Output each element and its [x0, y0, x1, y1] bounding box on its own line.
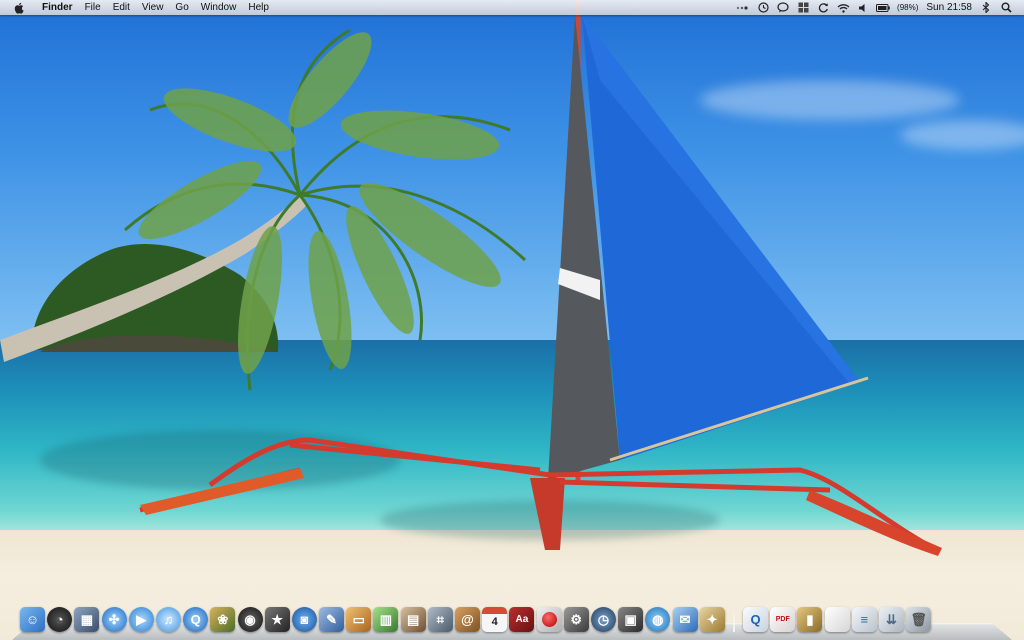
numbers-icon[interactable]: ▥: [373, 607, 399, 632]
wallpaper-scene: [0, 0, 942, 556]
preview-icon[interactable]: ▤: [400, 607, 426, 632]
archive-doc-icon[interactable]: ▮: [797, 607, 823, 632]
blank-doc-icon[interactable]: [824, 607, 850, 632]
menu-file[interactable]: File: [79, 0, 107, 15]
remote-desktop-icon[interactable]: ▣: [618, 607, 644, 632]
quicktime-doc-icon[interactable]: Q: [743, 607, 769, 632]
image-capture-icon[interactable]: ⌗: [427, 607, 453, 632]
spotlight-search-icon[interactable]: [998, 0, 1014, 15]
battery-icon[interactable]: [875, 0, 891, 15]
pdf-doc-icon[interactable]: PDF: [770, 607, 796, 632]
apple-menu-icon[interactable]: [12, 0, 26, 15]
battery-percent[interactable]: (98%): [893, 0, 922, 15]
quicktime-icon[interactable]: Q: [183, 607, 209, 632]
pdf-doc-label: PDF: [775, 616, 790, 623]
system-preferences-icon[interactable]: ⚙: [563, 607, 589, 632]
calendar-day-label: 4: [491, 616, 498, 628]
record-icon[interactable]: [536, 607, 562, 632]
photo-booth-icon[interactable]: ◙: [291, 607, 317, 632]
time-machine-dock-icon[interactable]: ◷: [590, 607, 616, 632]
address-book-icon[interactable]: @: [455, 607, 480, 632]
aperture-icon[interactable]: ◉: [237, 607, 263, 632]
dock-separator: [732, 608, 735, 632]
menu-go[interactable]: Go: [169, 0, 194, 15]
mission-control-icon[interactable]: ▦: [74, 607, 100, 632]
finder-icon[interactable]: ☺: [20, 607, 45, 632]
facetime-icon[interactable]: ▶: [128, 607, 154, 632]
dock: ☺ ◔ ▦ ✣ ▶ ♫ Q ❀ ◉ ★ ◙ ✎ ▭ ▥ ▤ ⌗ @ 4 Aa ⚙…: [12, 596, 1012, 640]
menu-clock[interactable]: Sun 21:58: [922, 0, 976, 15]
time-machine-icon[interactable]: [755, 0, 771, 15]
dashboard-icon[interactable]: ◔: [47, 607, 73, 632]
downloads-stack-icon[interactable]: ⇊: [879, 607, 904, 632]
safari-icon[interactable]: ✣: [101, 607, 127, 632]
mail-icon[interactable]: ✉: [672, 607, 698, 632]
dictionary-icon[interactable]: Aa: [509, 607, 535, 632]
boat-hull: [530, 478, 565, 550]
chat-bubble-icon[interactable]: [775, 0, 791, 15]
keynote-icon[interactable]: ▭: [346, 607, 372, 632]
imovie-icon[interactable]: ★: [264, 607, 290, 632]
volume-icon[interactable]: [855, 0, 871, 15]
itunes-icon[interactable]: ♫: [155, 607, 181, 632]
grid-icon[interactable]: [795, 0, 811, 15]
wifi-icon[interactable]: [835, 0, 851, 15]
menu-edit[interactable]: Edit: [107, 0, 136, 15]
iphoto-icon[interactable]: ❀: [210, 607, 236, 632]
activity-dots-icon[interactable]: [735, 0, 751, 15]
globe-icon[interactable]: ◍: [645, 607, 671, 632]
menu-app-name[interactable]: Finder: [36, 0, 79, 15]
sync-icon[interactable]: [815, 0, 831, 15]
web-doc-icon[interactable]: ≡: [851, 607, 877, 632]
calendar-icon[interactable]: 4: [482, 607, 508, 632]
menu-window[interactable]: Window: [195, 0, 243, 15]
desktop-wallpaper: [0, 0, 1024, 640]
app-store-icon[interactable]: ✦: [699, 607, 725, 632]
menu-help[interactable]: Help: [242, 0, 275, 15]
dock-items: ☺ ◔ ▦ ✣ ▶ ♫ Q ❀ ◉ ★ ◙ ✎ ▭ ▥ ▤ ⌗ @ 4 Aa ⚙…: [20, 598, 932, 632]
menu-bar: Finder File Edit View Go Window Help (98…: [0, 0, 1024, 15]
pages-icon[interactable]: ✎: [319, 607, 345, 632]
trash-icon[interactable]: 🗑: [906, 607, 932, 632]
menu-view[interactable]: View: [136, 0, 170, 15]
bluetooth-icon[interactable]: [978, 0, 994, 15]
dictionary-label: Aa: [515, 614, 529, 625]
